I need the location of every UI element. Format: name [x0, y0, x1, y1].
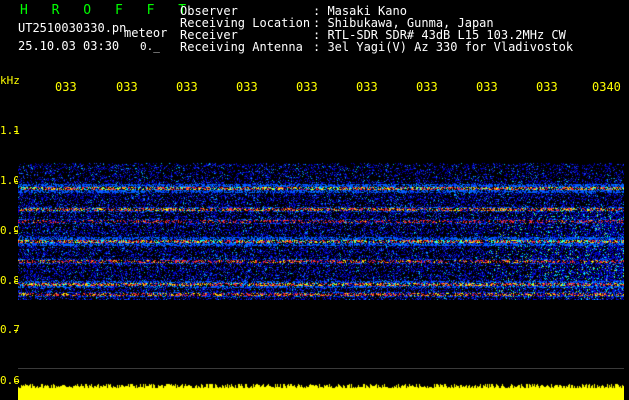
x-tick: 033	[476, 80, 498, 92]
x-tick: 033	[176, 80, 198, 92]
event-tag: meteor	[124, 26, 168, 40]
spectrogram	[18, 160, 624, 300]
y-tickmark	[14, 381, 18, 382]
event-count: 0._	[140, 40, 160, 53]
x-tick: 0340	[592, 80, 621, 92]
file-name: UT2510030330.pn	[18, 21, 127, 35]
station-title: H R O F F T	[20, 3, 195, 18]
x-tick: 033	[356, 80, 378, 92]
x-tick: 033	[55, 80, 77, 92]
timestamp: 25.10.03 03:30	[18, 39, 120, 53]
x-tick: 033	[236, 80, 258, 92]
activity-bar	[18, 383, 624, 400]
x-tick: 033	[536, 80, 558, 92]
y-tickmark	[14, 330, 18, 331]
spectrogram-baseline	[18, 368, 624, 369]
x-tick: 033	[416, 80, 438, 92]
y-tickmark	[14, 131, 18, 132]
info-label-antenna: Receiving Antenna	[180, 40, 303, 54]
x-tick: 033	[296, 80, 318, 92]
info-value-antenna: : 3el Yagi(V) Az 330 for Vladivostok	[313, 40, 574, 54]
x-tick: 033	[116, 80, 138, 92]
y-axis-unit: kHz	[0, 74, 20, 87]
